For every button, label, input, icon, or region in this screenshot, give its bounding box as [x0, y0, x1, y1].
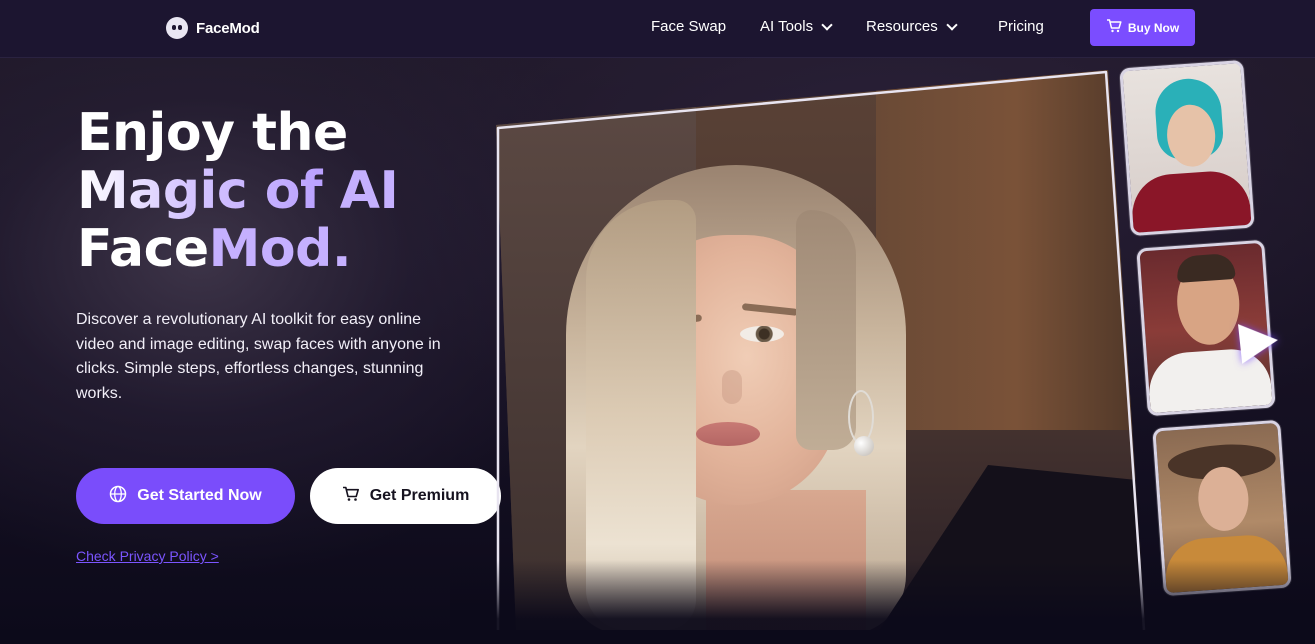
nav-item-label: AI Tools — [760, 18, 814, 35]
privacy-policy-link[interactable]: Check Privacy Policy > — [76, 548, 219, 564]
headline-line-2: Magic of AI — [77, 162, 497, 220]
nav-item-label: Face Swap — [651, 18, 727, 35]
headline-mod: Mod. — [208, 219, 352, 279]
face-thumbnail-1[interactable] — [1119, 59, 1255, 237]
photo-right-eye — [740, 326, 784, 342]
hero-face-photo — [496, 70, 1146, 630]
bottom-fade — [450, 560, 1315, 644]
facemod-logo-icon — [166, 17, 188, 39]
headline-magic-of: Magic of — [77, 161, 340, 221]
headline-line-3: FaceMod. — [77, 220, 497, 278]
get-started-label: Get Started Now — [137, 487, 262, 504]
chevron-down-icon — [946, 18, 958, 31]
photo-lips — [696, 422, 760, 446]
hero-headline: Enjoy the Magic of AI FaceMod. — [77, 104, 497, 278]
nav-item-pricing[interactable]: Pricing — [998, 18, 1044, 35]
cart-icon — [342, 486, 360, 507]
hero-description: Discover a revolutionary AI toolkit for … — [76, 311, 441, 402]
photo-hair-side — [796, 210, 856, 450]
photo-pearl — [854, 436, 874, 456]
thumbnail-hair — [1175, 252, 1236, 283]
top-nav: FaceMod Face Swap AI Tools Resources Pri… — [0, 0, 1315, 58]
play-icon[interactable] — [1238, 320, 1280, 364]
nav-item-label: Pricing — [998, 18, 1044, 35]
get-started-button[interactable]: Get Started Now — [76, 468, 295, 524]
nav-item-ai-tools[interactable]: AI Tools — [760, 18, 833, 35]
headline-line-1: Enjoy the — [77, 103, 348, 163]
nav-item-label: Resources — [866, 18, 938, 35]
get-premium-button[interactable]: Get Premium — [310, 468, 501, 524]
photo-nose — [722, 370, 742, 404]
get-premium-label: Get Premium — [369, 487, 470, 504]
cart-icon — [1106, 19, 1122, 36]
logo-text: FaceMod — [196, 19, 260, 37]
thumbnail-body — [1129, 168, 1252, 233]
globe-icon — [109, 485, 127, 508]
logo[interactable]: FaceMod — [166, 16, 260, 40]
nav-item-face-swap[interactable]: Face Swap — [651, 18, 726, 35]
headline-face: Face — [77, 219, 209, 279]
chevron-down-icon — [821, 18, 833, 31]
headline-ai: AI — [339, 161, 399, 221]
buy-now-label: Buy Now — [1127, 20, 1180, 35]
nav-item-resources[interactable]: Resources — [866, 18, 958, 35]
buy-now-button[interactable]: Buy Now — [1090, 9, 1195, 46]
